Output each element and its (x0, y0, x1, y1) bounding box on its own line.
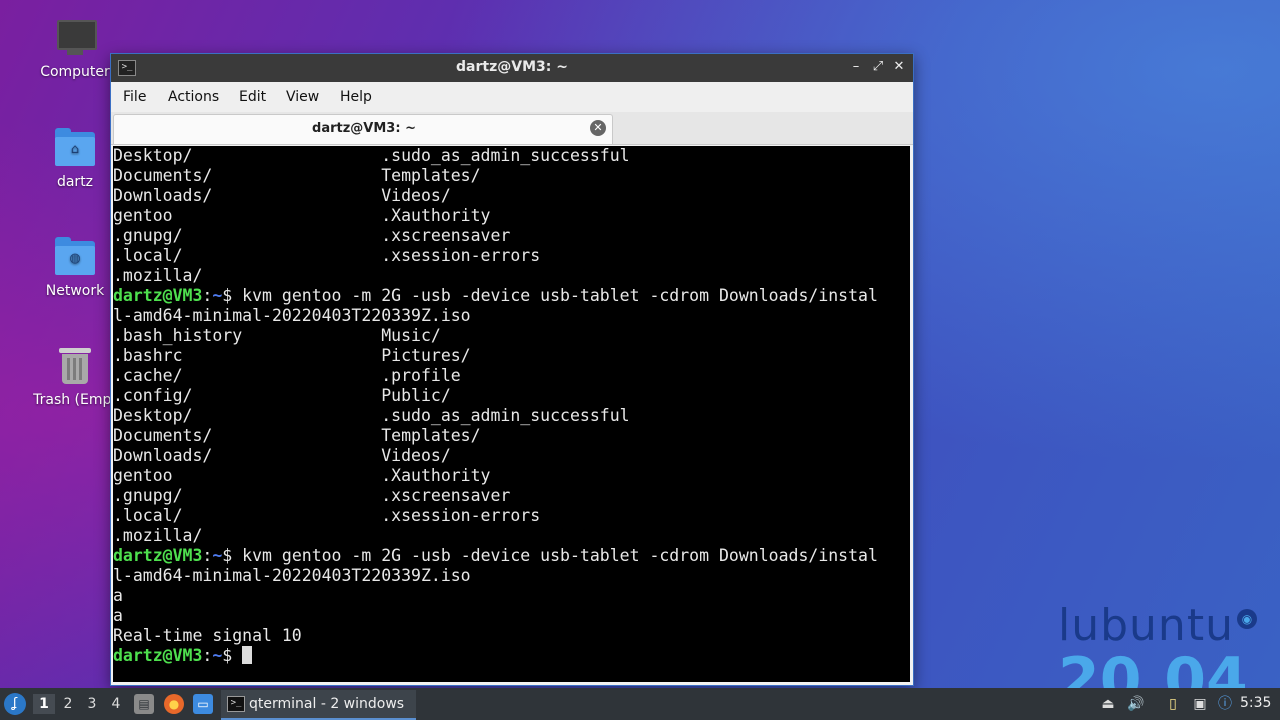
terminal-output-line: l-amd64-minimal-20220403T220339Z.iso (113, 566, 471, 585)
terminal-output-line: Downloads/ Videos/ (113, 186, 451, 205)
terminal-output-line: .bashrc Pictures/ (113, 346, 471, 365)
eject-icon[interactable]: ⏏ (1098, 694, 1118, 714)
terminal-output-line: l-amd64-minimal-20220403T220339Z.iso (113, 306, 471, 325)
terminal-output-line: .mozilla/ (113, 266, 203, 285)
terminal-output-line: .config/ Public/ (113, 386, 451, 405)
prompt-user: dartz@VM3 (113, 286, 203, 305)
trash-icon (53, 346, 97, 386)
terminal-command: kvm gentoo -m 2G -usb -device usb-tablet… (242, 546, 878, 565)
terminal-output-line: gentoo .Xauthority (113, 206, 491, 225)
lubuntu-logo-icon: ◉ (1237, 609, 1257, 629)
file-manager-icon[interactable]: ▤ (134, 694, 154, 714)
terminal-output-line: Desktop/ .sudo_as_admin_successful (113, 146, 630, 165)
prompt-separator: : (202, 546, 213, 565)
update-notifier-icon[interactable]: ⓘ (1215, 694, 1235, 714)
terminal-app-icon: >_ (227, 696, 245, 712)
terminal-output-line: Desktop/ .sudo_as_admin_successful (113, 406, 630, 425)
terminal-output-line: gentoo .Xauthority (113, 466, 491, 485)
terminal-prompt-line: dartz@VM3:~$ (113, 646, 910, 666)
start-menu-button[interactable]: ʆ (4, 693, 26, 715)
terminal-window[interactable]: >_ dartz@VM3: ~ – ⤢ ✕ File Actions Edit … (110, 53, 914, 686)
tab-bar: dartz@VM3: ~ ✕ (111, 112, 913, 145)
close-button[interactable]: ✕ (890, 58, 908, 76)
terminal-output-line: Documents/ Templates/ (113, 426, 481, 445)
prompt-symbol: $ (222, 286, 243, 305)
prompt-user: dartz@VM3 (113, 646, 203, 665)
tab-terminal[interactable]: dartz@VM3: ~ ✕ (113, 114, 613, 144)
network-icon[interactable]: ▣ (1190, 694, 1210, 714)
terminal-output-line: a (113, 606, 123, 625)
terminal-cursor (242, 646, 253, 664)
network-folder-icon: ◍ (53, 237, 97, 277)
prompt-symbol: $ (222, 546, 243, 565)
volume-icon[interactable]: 🔊 (1126, 694, 1146, 714)
menu-bar: File Actions Edit View Help (111, 82, 913, 112)
window-title: dartz@VM3: ~ (456, 59, 568, 75)
clipboard-icon[interactable]: ▯ (1163, 694, 1183, 714)
lubuntu-version: 20.04 (1058, 645, 1248, 688)
terminal-output-line: .gnupg/ .xscreensaver (113, 486, 511, 505)
prompt-separator: : (202, 646, 213, 665)
terminal-output-line: .mozilla/ (113, 526, 203, 545)
menu-view[interactable]: View (286, 89, 319, 105)
terminal-output[interactable]: Desktop/ .sudo_as_admin_successful Docume… (113, 146, 910, 682)
terminal-prompt-line: dartz@VM3:~$ kvm gentoo -m 2G -usb -devi… (113, 546, 910, 566)
task-label: qterminal - 2 windows (249, 696, 405, 712)
prompt-path: ~ (212, 646, 223, 665)
terminal-output-line: Documents/ Templates/ (113, 166, 481, 185)
terminal-output-line: .gnupg/ .xscreensaver (113, 226, 511, 245)
menu-help[interactable]: Help (340, 89, 372, 105)
menu-file[interactable]: File (123, 89, 146, 105)
prompt-symbol: $ (222, 646, 243, 665)
terminal-output-line: .cache/ .profile (113, 366, 461, 385)
taskbar-button-qterminal[interactable]: >_ qterminal - 2 windows (221, 690, 416, 720)
computer-icon (53, 18, 97, 58)
terminal-output-line: .bash_history Music/ (113, 326, 441, 345)
workspace-3[interactable]: 3 (81, 694, 103, 714)
window-titlebar[interactable]: >_ dartz@VM3: ~ – ⤢ ✕ (111, 54, 913, 82)
menu-edit[interactable]: Edit (239, 89, 266, 105)
clock: 5:35 (1240, 695, 1272, 711)
terminal-prompt-line: dartz@VM3:~$ kvm gentoo -m 2G -usb -devi… (113, 286, 910, 306)
prompt-separator: : (202, 286, 213, 305)
workspace-4[interactable]: 4 (105, 694, 127, 714)
taskbar: ʆ 1 2 3 4 ▤ ● ▭ >_ qterminal - 2 windows… (0, 688, 1280, 720)
terminal-output-line: a (113, 586, 123, 605)
terminal-output-line: .local/ .xsession-errors (113, 506, 541, 525)
tab-label: dartz@VM3: ~ (312, 121, 416, 136)
prompt-path: ~ (212, 286, 223, 305)
prompt-path: ~ (212, 546, 223, 565)
workspace-2[interactable]: 2 (57, 694, 79, 714)
terminal-output-line: Real-time signal 10 (113, 626, 302, 645)
terminal-output-line: .local/ .xsession-errors (113, 246, 541, 265)
maximize-button[interactable]: ⤢ (869, 58, 887, 76)
terminal-output-line: Downloads/ Videos/ (113, 446, 451, 465)
prompt-user: dartz@VM3 (113, 546, 203, 565)
show-desktop-icon[interactable]: ▭ (193, 694, 213, 714)
minimize-button[interactable]: – (847, 58, 865, 76)
tab-close-icon[interactable]: ✕ (590, 120, 606, 136)
home-folder-icon: ⌂ (53, 128, 97, 168)
menu-actions[interactable]: Actions (168, 89, 219, 105)
firefox-icon[interactable]: ● (164, 694, 184, 714)
workspace-1[interactable]: 1 (33, 694, 55, 714)
terminal-command: kvm gentoo -m 2G -usb -device usb-tablet… (242, 286, 878, 305)
